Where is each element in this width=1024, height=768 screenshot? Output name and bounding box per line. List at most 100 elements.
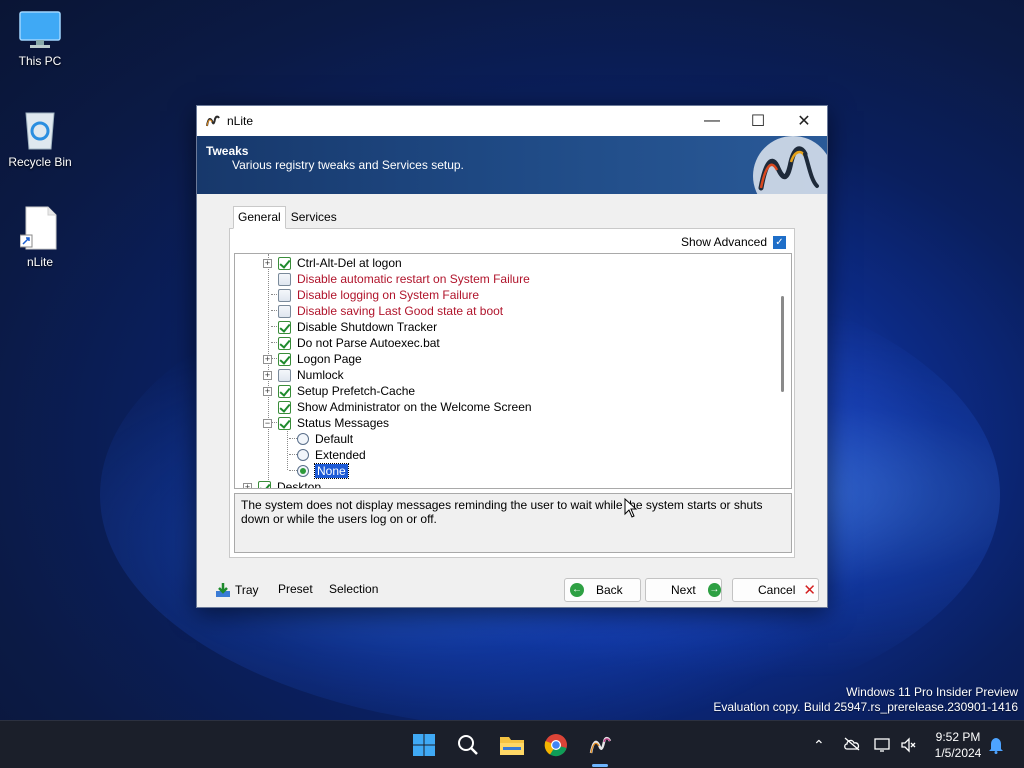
page-title: Tweaks	[206, 144, 249, 158]
preset-button[interactable]: Preset	[278, 582, 313, 596]
expand-plus-icon[interactable]: +	[263, 370, 272, 380]
expand-plus-icon[interactable]: +	[263, 258, 272, 268]
desktop-icon-label: nLite	[26, 255, 54, 269]
back-arrow-icon: ←	[570, 583, 584, 597]
desktop-icon-nlite[interactable]: nLite	[0, 205, 80, 269]
footer-bar: Tray Preset Selection ← Back Next → Canc…	[197, 568, 827, 608]
window-title: nLite	[227, 114, 254, 128]
network-icon[interactable]	[874, 737, 892, 753]
tree-item-disable-auto-restart[interactable]: Disable automatic restart on System Fail…	[263, 271, 530, 287]
nlite-icon	[589, 736, 612, 754]
tree-item-show-admin[interactable]: Show Administrator on the Welcome Screen	[263, 399, 532, 415]
tree-checkbox[interactable]	[278, 384, 291, 398]
clock-date: 1/5/2024	[934, 746, 982, 760]
search-icon	[458, 735, 478, 755]
tree-item-prefetch[interactable]: + Setup Prefetch-Cache	[263, 383, 415, 399]
file-explorer-button[interactable]	[496, 729, 528, 761]
expand-plus-icon[interactable]: +	[263, 386, 272, 396]
expand-plus-icon[interactable]: +	[243, 482, 252, 488]
nlite-window: nLite — ☐ ✕ Tweaks Various registry twea…	[196, 105, 828, 608]
tree-item-ctrl-alt-del[interactable]: + Ctrl-Alt-Del at logon	[263, 255, 402, 271]
show-advanced-label: Show Advanced	[680, 235, 767, 249]
radio-button-selected[interactable]	[297, 465, 309, 477]
start-button[interactable]	[408, 729, 440, 761]
nlite-taskbar-button[interactable]	[584, 729, 616, 761]
next-button[interactable]: Next →	[645, 578, 722, 602]
show-advanced-toggle[interactable]: Show Advanced ✓	[681, 235, 786, 249]
tree-line	[287, 426, 288, 470]
minimize-button[interactable]: —	[689, 106, 735, 136]
tree-checkbox[interactable]	[278, 416, 291, 430]
show-advanced-checkbox[interactable]: ✓	[773, 235, 786, 249]
tree-checkbox[interactable]	[278, 272, 291, 286]
tab-panel-general: Show Advanced ✓ + Ctrl-Alt-Del at logon	[229, 228, 795, 558]
tree-checkbox[interactable]	[278, 368, 291, 382]
desktop-icon-label: Recycle Bin	[8, 155, 72, 169]
tree-checkbox[interactable]	[278, 352, 291, 366]
chrome-button[interactable]	[540, 729, 572, 761]
tree-item-logon-page[interactable]: + Logon Page	[263, 351, 362, 367]
tree-item-disable-shutdown-tracker[interactable]: Disable Shutdown Tracker	[263, 319, 437, 335]
back-button[interactable]: ← Back	[564, 578, 641, 602]
tree-checkbox[interactable]	[258, 480, 271, 488]
radio-option-none[interactable]: None	[297, 463, 349, 479]
tree-line	[289, 454, 297, 455]
tree-checkbox[interactable]	[278, 320, 291, 334]
clock-time: 9:52 PM	[935, 730, 981, 744]
radio-option-default[interactable]: Default	[297, 431, 353, 447]
tray-button[interactable]: Tray	[215, 582, 259, 598]
tree-checkbox[interactable]	[278, 304, 291, 318]
collapse-minus-icon[interactable]: −	[263, 418, 272, 428]
radio-button[interactable]	[297, 449, 309, 461]
tree-checkbox[interactable]	[278, 288, 291, 302]
search-button[interactable]	[452, 729, 484, 761]
desktop-icon-recycle-bin[interactable]: Recycle Bin	[0, 107, 80, 169]
radio-button[interactable]	[297, 433, 309, 445]
tab-services[interactable]: Services	[286, 206, 342, 229]
cancel-button[interactable]: Cancel ✕	[732, 578, 819, 602]
selection-button[interactable]: Selection	[329, 582, 378, 596]
cloud-offline-icon[interactable]	[843, 737, 861, 751]
scrollbar-thumb[interactable]	[781, 296, 784, 392]
title-bar[interactable]: nLite — ☐ ✕	[197, 106, 827, 136]
maximize-button[interactable]: ☐	[735, 106, 781, 136]
desktop-icon-label: This PC	[18, 54, 62, 68]
next-arrow-icon: →	[707, 583, 721, 597]
start-icon	[413, 734, 435, 756]
tweaks-tree[interactable]: + Ctrl-Alt-Del at logon Disable automati…	[234, 253, 792, 489]
cancel-x-icon: ✕	[803, 582, 816, 599]
mouse-cursor-icon	[624, 498, 638, 518]
tree-item-desktop[interactable]: + Desktop	[243, 479, 321, 488]
nlite-logo-icon	[753, 136, 827, 194]
expand-plus-icon[interactable]: +	[263, 354, 272, 364]
shortcut-file-icon	[20, 206, 57, 250]
chevron-up-icon[interactable]: ⌃	[813, 737, 825, 754]
close-button[interactable]: ✕	[781, 106, 827, 136]
tree-item-disable-last-good[interactable]: Disable saving Last Good state at boot	[263, 303, 503, 319]
tree-checkbox[interactable]	[278, 400, 291, 414]
tab-general[interactable]: General	[233, 206, 286, 229]
nlite-app-icon	[206, 115, 220, 127]
windows-watermark: Windows 11 Pro Insider Preview Evaluatio…	[713, 685, 1018, 714]
desktop-icon-this-pc[interactable]: This PC	[0, 10, 80, 68]
tree-line	[289, 470, 297, 471]
active-app-indicator	[592, 764, 608, 767]
taskbar: ⌃ 9:52 PM 1/5/2024	[0, 720, 1024, 768]
tree-item-disable-logging[interactable]: Disable logging on System Failure	[263, 287, 479, 303]
tree-item-status-messages[interactable]: − Status Messages	[263, 415, 389, 431]
tree-checkbox[interactable]	[278, 336, 291, 350]
chrome-icon	[544, 734, 567, 757]
tree-checkbox[interactable]	[278, 256, 291, 270]
radio-option-extended[interactable]: Extended	[297, 447, 366, 463]
page-banner: Tweaks Various registry tweaks and Servi…	[197, 136, 827, 194]
tree-item-numlock[interactable]: + Numlock	[263, 367, 344, 383]
page-subtitle: Various registry tweaks and Services set…	[232, 158, 464, 172]
description-box: The system does not display messages rem…	[234, 493, 792, 553]
tab-strip: General Services	[233, 206, 342, 229]
tree-item-autoexec[interactable]: Do not Parse Autoexec.bat	[263, 335, 440, 351]
volume-muted-icon[interactable]	[900, 737, 918, 753]
system-clock[interactable]: 9:52 PM 1/5/2024	[926, 729, 990, 761]
notification-bell-icon[interactable]	[988, 736, 1004, 754]
recycle-bin-icon	[25, 112, 55, 150]
tree-scrollbar[interactable]	[774, 254, 791, 488]
